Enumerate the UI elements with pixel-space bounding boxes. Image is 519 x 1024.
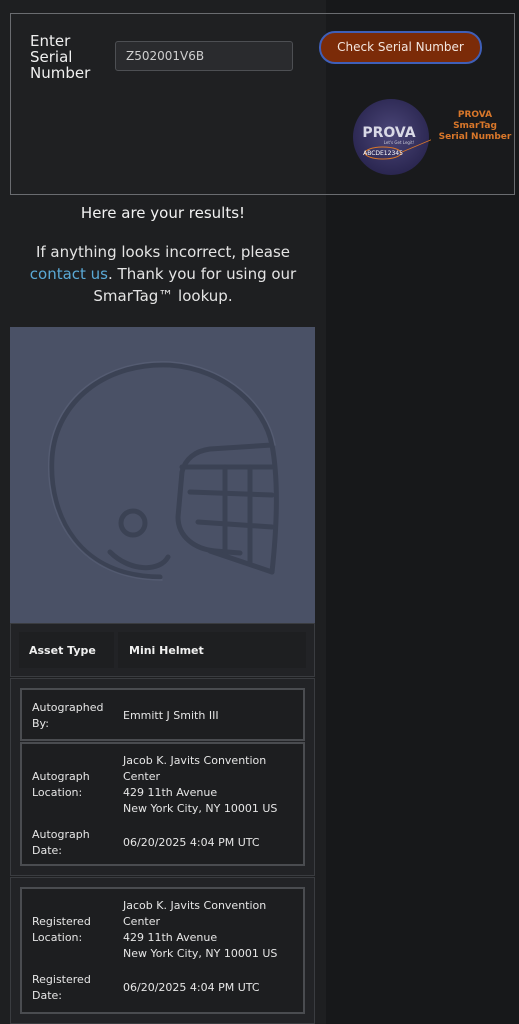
autographed-by-label: Autographed By:: [32, 701, 104, 730]
serial-number-label: Enter Serial Number: [30, 33, 110, 81]
football-helmet-icon: [47, 361, 279, 581]
asset-type-label: Asset Type: [29, 644, 96, 657]
registered-date-label: Registered Date:: [32, 973, 91, 1002]
asset-type-card: Asset Type Mini Helmet: [10, 623, 315, 677]
autograph-location-date-row: Autograph Location: Jacob K. Javits Conv…: [20, 742, 305, 866]
prova-smartag-badge-image: PROVA Let's Get Legit! ABCDE12345: [353, 99, 431, 175]
autographed-by-row: Autographed By: Emmitt J Smith III: [20, 688, 305, 741]
serial-number-input[interactable]: [115, 41, 293, 71]
asset-image: [10, 327, 315, 623]
badge-brand-text: PROVA: [362, 125, 415, 141]
registered-card: Registered Location: Jacob K. Javits Con…: [10, 877, 315, 1024]
autograph-card: Autographed By: Emmitt J Smith III Autog…: [10, 678, 315, 876]
serial-lookup-panel: Enter Serial Number Check Serial Number …: [10, 13, 515, 195]
autographed-by-value: Emmitt J Smith III: [123, 709, 219, 722]
contact-us-link[interactable]: contact us: [30, 265, 108, 283]
prova-caption: PROVA SmarTag Serial Number: [435, 110, 515, 143]
registered-location-label: Registered Location:: [32, 915, 91, 944]
registered-date-value: 06/20/2025 4:04 PM UTC: [123, 981, 260, 994]
label-line: Enter: [30, 32, 71, 50]
caption-line: Serial Number: [438, 132, 512, 142]
results-message: If anything looks incorrect, please cont…: [6, 241, 320, 307]
message-prefix: If anything looks incorrect, please: [35, 243, 291, 261]
asset-type-label-cell: Asset Type: [19, 632, 114, 668]
check-serial-button[interactable]: Check Serial Number: [319, 31, 482, 64]
caption-line: PROVA SmarTag: [453, 110, 497, 131]
autograph-date-label: Autograph Date:: [32, 828, 90, 857]
asset-type-value: Mini Helmet: [129, 644, 204, 657]
message-suffix: . Thank you for using our SmarTag™ looku…: [93, 265, 297, 305]
registered-location-value: Jacob K. Javits Convention Center 429 11…: [123, 899, 278, 960]
label-line: Number: [30, 64, 91, 82]
label-line: Serial: [30, 48, 73, 66]
asset-type-value-cell: Mini Helmet: [118, 632, 306, 668]
badge-tagline-text: Let's Get Legit!: [384, 140, 414, 145]
autograph-location-value: Jacob K. Javits Convention Center 429 11…: [123, 754, 278, 815]
autograph-location-label: Autograph Location:: [32, 770, 90, 799]
results-title: Here are your results!: [80, 204, 246, 222]
autograph-date-value: 06/20/2025 4:04 PM UTC: [123, 836, 260, 849]
registered-location-date-row: Registered Location: Jacob K. Javits Con…: [20, 887, 305, 1014]
badge-serial-text: ABCDE12345: [363, 150, 403, 157]
